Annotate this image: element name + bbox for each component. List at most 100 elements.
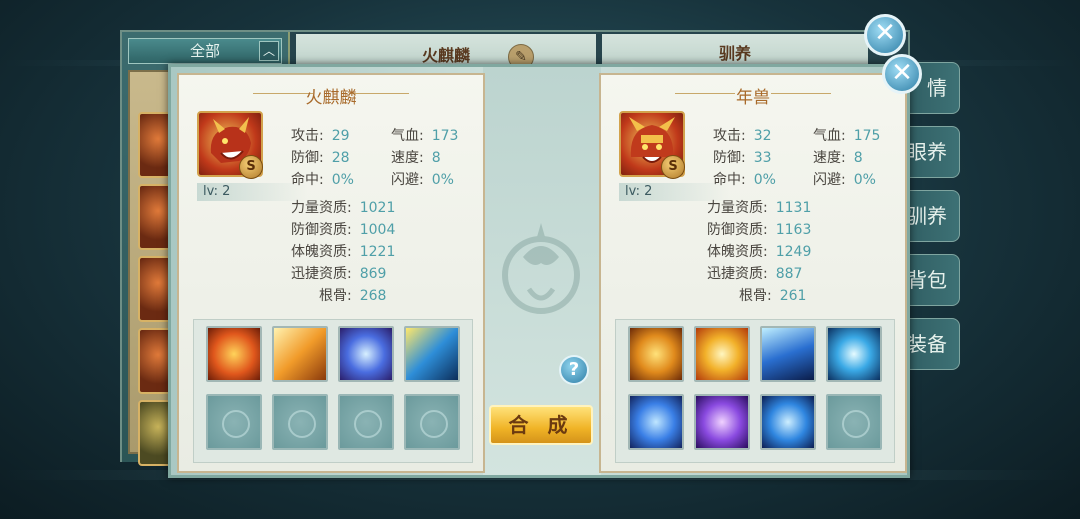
stat-hp: 气血: 175 — [813, 125, 880, 145]
aptitude-label: 根骨: — [319, 288, 352, 304]
aptitude-agility: 迅捷资质: 869 — [291, 263, 386, 283]
stat-label: 速度: — [391, 150, 424, 166]
aptitude-value: 1131 — [775, 200, 812, 216]
pet-name: 年兽 — [736, 88, 770, 108]
stat-value: 0% — [331, 172, 354, 188]
crossed-blades-skill-icon[interactable] — [826, 326, 882, 382]
stat-value: 0% — [753, 172, 776, 188]
pet-card-right: 年兽 S lv: 2 攻击: 32 气血: 175 防御: 33 速度: 8 命中: 0%… — [599, 73, 907, 473]
aptitude-label: 根骨: — [739, 288, 772, 304]
stat-value: 29 — [331, 128, 350, 144]
stat-label: 闪避: — [391, 172, 424, 188]
aptitude-label: 力量资质: — [707, 200, 768, 216]
chevron-up-icon[interactable]: ︿ — [259, 41, 279, 61]
stat-value: 32 — [753, 128, 772, 144]
stat-value: 0% — [431, 172, 454, 188]
purple-vortex-skill-icon[interactable] — [694, 394, 750, 450]
aptitude-label: 防御资质: — [291, 222, 352, 238]
fire-strike-skill-icon[interactable] — [272, 326, 328, 382]
stat-attack: 攻击: 32 — [713, 125, 772, 145]
aptitude-defense: 防御资质: 1163 — [707, 219, 811, 239]
blue-beast-skill-icon[interactable] — [760, 394, 816, 450]
stat-label: 攻击: — [291, 128, 324, 144]
stat-speed: 速度: 8 — [813, 147, 863, 167]
stat-value: 173 — [431, 128, 459, 144]
empty-skill-slot — [272, 394, 328, 450]
blue-heart-skill-icon[interactable] — [628, 394, 684, 450]
aptitude-label: 体魄资质: — [707, 244, 768, 260]
aptitude-value: 1021 — [359, 200, 396, 216]
aptitude-value: 268 — [359, 288, 387, 304]
stat-value: 33 — [753, 150, 772, 166]
ice-spikes-skill-icon[interactable] — [760, 326, 816, 382]
fire-shield-skill-icon[interactable] — [206, 326, 262, 382]
aptitude-value: 1163 — [775, 222, 812, 238]
aptitude-value: 1249 — [775, 244, 812, 260]
tiger-roar-skill-icon[interactable] — [628, 326, 684, 382]
aptitude-strength: 力量资质: 1131 — [707, 197, 811, 217]
stat-value: 28 — [331, 150, 350, 166]
aptitude-strength: 力量资质: 1021 — [291, 197, 395, 217]
stat-defense: 防御: 28 — [291, 147, 350, 167]
aptitude-value: 869 — [359, 266, 387, 282]
stat-hit: 命中: 0% — [291, 169, 354, 189]
stat-label: 气血: — [391, 128, 424, 144]
pet-list-filter[interactable]: 全部 ︿ — [128, 38, 282, 64]
background-close-icon[interactable]: ✕ — [864, 14, 906, 56]
dragon-emblem-icon — [502, 223, 580, 314]
empty-skill-slot — [338, 394, 394, 450]
pet-list-filter-label: 全部 — [189, 42, 220, 60]
stat-speed: 速度: 8 — [391, 147, 441, 167]
help-button[interactable]: ? — [559, 355, 589, 385]
stat-defense: 防御: 33 — [713, 147, 772, 167]
close-icon[interactable]: ✕ — [882, 54, 922, 94]
aptitude-value: 1004 — [359, 222, 396, 238]
stat-label: 速度: — [813, 150, 846, 166]
stat-label: 攻击: — [713, 128, 746, 144]
stat-dodge: 闪避: 0% — [813, 169, 876, 189]
skill-grid — [193, 319, 473, 463]
aptitude-root-bone: 根骨: 268 — [319, 285, 386, 305]
pet-card-left: 火麒麟 S lv: 2 攻击: 29 气血: 173 防御: 28 速度: 8 命中: 0… — [177, 73, 485, 473]
stat-value: 8 — [853, 150, 863, 166]
golden-burst-skill-icon[interactable] — [694, 326, 750, 382]
merge-button[interactable]: 合 成 — [489, 405, 593, 445]
aptitude-constitution: 体魄资质: 1249 — [707, 241, 811, 261]
rank-badge: S — [239, 155, 263, 179]
stat-value: 8 — [431, 150, 441, 166]
aptitude-label: 迅捷资质: — [291, 266, 352, 282]
stat-label: 闪避: — [813, 172, 846, 188]
aptitude-label: 防御资质: — [707, 222, 768, 238]
stat-label: 防御: — [291, 150, 324, 166]
empty-skill-slot — [206, 394, 262, 450]
stat-label: 命中: — [713, 172, 746, 188]
aptitude-value: 887 — [775, 266, 803, 282]
stat-dodge: 闪避: 0% — [391, 169, 454, 189]
aptitude-root-bone: 根骨: 261 — [739, 285, 806, 305]
empty-skill-slot — [404, 394, 460, 450]
stat-hp: 气血: 173 — [391, 125, 458, 145]
stat-hit: 命中: 0% — [713, 169, 776, 189]
stat-label: 命中: — [291, 172, 324, 188]
stat-label: 防御: — [713, 150, 746, 166]
aptitude-defense: 防御资质: 1004 — [291, 219, 395, 239]
blue-shield-skill-icon[interactable] — [338, 326, 394, 382]
stat-value: 175 — [853, 128, 881, 144]
pet-merge-dialog: 火麒麟 S lv: 2 攻击: 29 气血: 173 防御: 28 速度: 8 命中: 0… — [168, 64, 910, 478]
aptitude-value: 261 — [779, 288, 807, 304]
aptitude-constitution: 体魄资质: 1221 — [291, 241, 395, 261]
aptitude-label: 力量资质: — [291, 200, 352, 216]
pet-name: 火麒麟 — [305, 88, 357, 108]
rank-badge: S — [661, 155, 685, 179]
pet-title: 年兽 — [601, 81, 905, 108]
aptitude-value: 1221 — [359, 244, 396, 260]
stat-value: 0% — [853, 172, 876, 188]
aptitude-agility: 迅捷资质: 887 — [707, 263, 802, 283]
water-blade-skill-icon[interactable] — [404, 326, 460, 382]
skill-grid — [615, 319, 895, 463]
aptitude-label: 体魄资质: — [291, 244, 352, 260]
stat-attack: 攻击: 29 — [291, 125, 350, 145]
aptitude-label: 迅捷资质: — [707, 266, 768, 282]
empty-skill-slot — [826, 394, 882, 450]
stat-label: 气血: — [813, 128, 846, 144]
